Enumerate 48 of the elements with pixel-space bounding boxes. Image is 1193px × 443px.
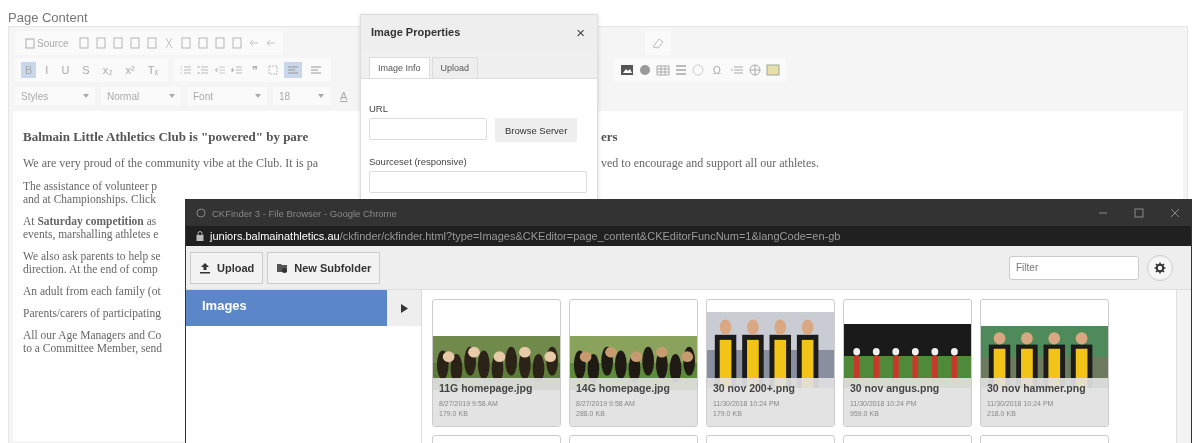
format-dropdown[interactable]: Font <box>187 87 267 105</box>
paragraph-text: We are very proud of the community vibe at the Club. It is pa <box>23 157 319 170</box>
filter-field[interactable]: Filter <box>1009 255 1139 280</box>
paragraph-text: ved to encourage and support all our athletes. <box>601 157 819 170</box>
page-title: Page Content <box>7 9 89 26</box>
dialog-tab[interactable]: Image Info <box>369 57 430 78</box>
special-character-button[interactable]: Ω <box>708 62 725 78</box>
file-name: 11G homepage.jpg <box>439 382 534 394</box>
folder-item[interactable]: Images <box>186 290 387 326</box>
dialog-tab[interactable]: Upload <box>431 57 479 78</box>
paragraph-text: to a Committee Member, send <box>23 342 163 355</box>
paragraph-text: direction. At the end of comp <box>23 263 158 276</box>
paragraph-text: and at Championships. Click <box>23 193 156 206</box>
format-button[interactable]: I <box>41 62 53 78</box>
sourceset-label: Sourceset (responsive) <box>369 156 468 167</box>
paragraph-text: events, marshalling athletes e <box>23 228 159 241</box>
file-name: 30 nov 200+.png <box>713 382 796 394</box>
text-color-button[interactable]: A <box>336 88 352 104</box>
paragraph-text: Parents/carers of participating <box>23 307 161 320</box>
paragraph-text: An adult from each family (ot <box>23 285 161 298</box>
file-name: 14G homepage.jpg <box>576 382 671 394</box>
format-button[interactable]: x² <box>121 62 139 78</box>
file-name: 30 nov angus.png <box>850 382 941 394</box>
paragraph-text: The assistance of volunteer p <box>23 180 158 193</box>
source-button[interactable]: Source <box>21 37 73 49</box>
format-button[interactable]: U <box>57 62 74 78</box>
paragraph-text: At Saturday competition as <box>23 215 157 228</box>
format-button[interactable]: S <box>78 62 94 78</box>
format-button[interactable]: B <box>21 62 37 78</box>
browse-server-button[interactable]: Browse Server <box>495 118 578 142</box>
paragraph-text: All our Age Managers and Co <box>23 329 162 342</box>
format-dropdown[interactable]: 18 <box>273 87 330 105</box>
format-button[interactable]: Tₓ <box>143 62 162 78</box>
toolbar-button[interactable]: Upload <box>190 251 264 284</box>
blockquote-button[interactable]: ❞ <box>248 62 262 78</box>
address-url: juniors.balmainathletics.au/ckfinder/ckfinder.html?type=Images&CKEditor=page_content&CKEditorFuncNum=1&langCode=en-gb <box>210 230 841 242</box>
dialog-title: Image Properties <box>371 26 461 38</box>
window-title: CKFinder 3 - File Browser - Google Chrome <box>212 207 397 219</box>
paragraph-text: We also ask parents to help se <box>23 250 161 263</box>
format-dropdown[interactable]: Normal <box>101 87 181 105</box>
url-label: URL <box>369 103 389 114</box>
format-button[interactable]: x₂ <box>98 62 117 78</box>
close-button[interactable]: × <box>574 23 587 41</box>
paragraph-text: ers <box>601 129 619 145</box>
paragraph-text: Balmain Little Athletics Club is "powered" by pare <box>23 129 310 145</box>
toolbar-button[interactable]: New Subfolder <box>267 251 381 284</box>
file-name: 30 nov hammer.png <box>987 382 1087 394</box>
format-dropdown[interactable]: Styles <box>15 87 95 105</box>
